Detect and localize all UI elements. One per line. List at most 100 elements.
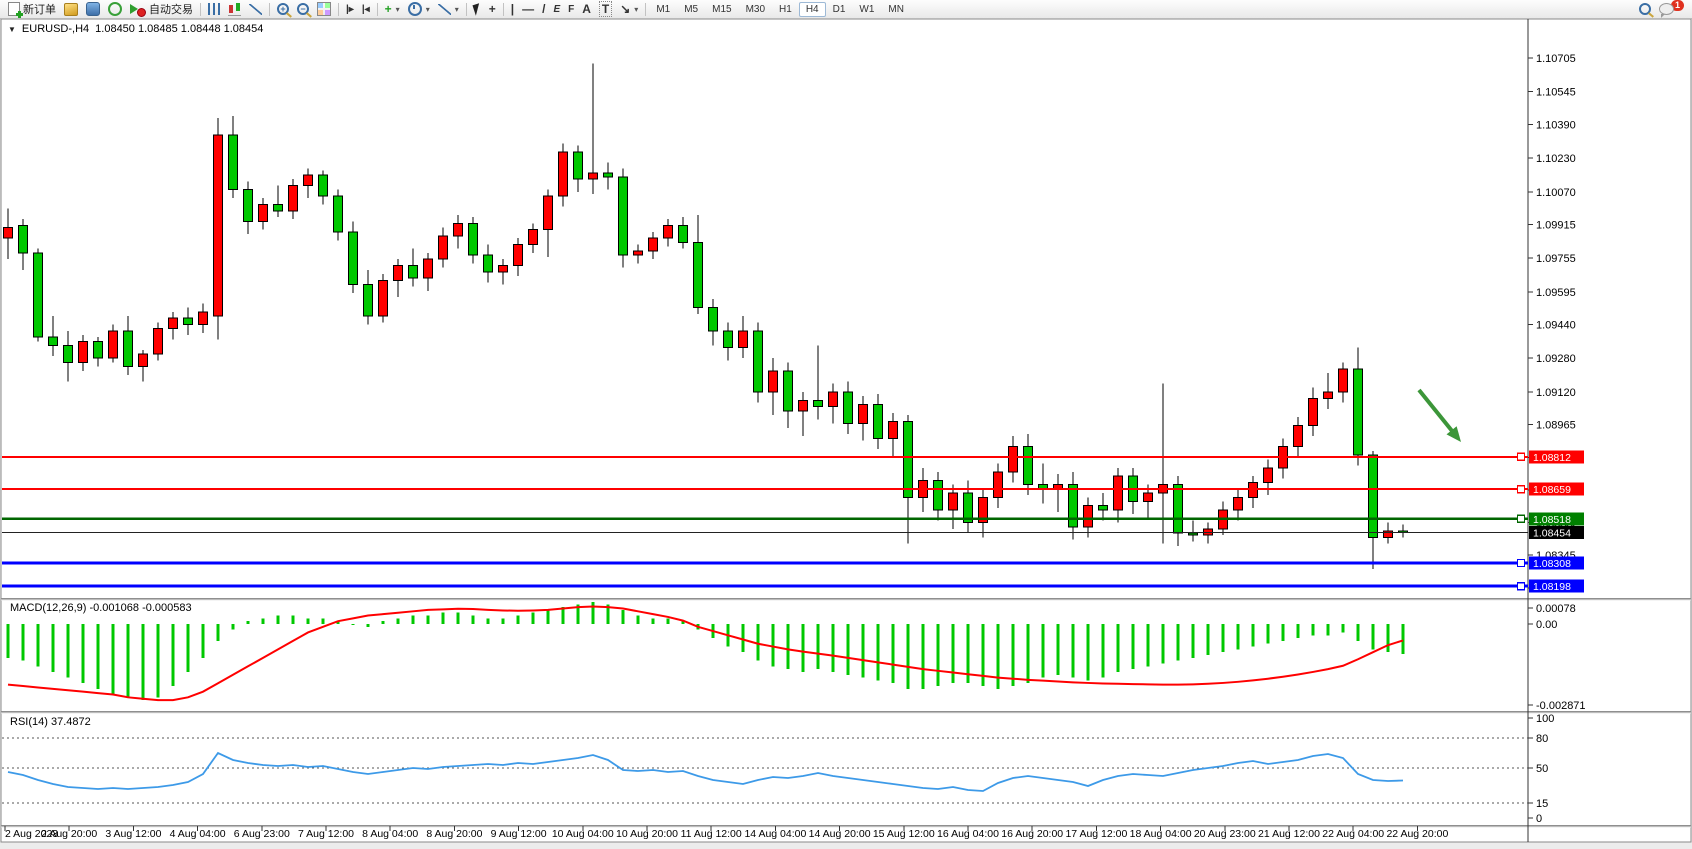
timeframe-m1-button[interactable]: M1 bbox=[649, 2, 677, 17]
macd-histogram-bar bbox=[907, 624, 910, 689]
candlestick-chart-button[interactable] bbox=[224, 1, 245, 18]
new-order-button[interactable]: 新订单 bbox=[4, 1, 60, 18]
macd-histogram-bar bbox=[1012, 624, 1015, 686]
template-icon bbox=[438, 4, 451, 15]
macd-histogram-bar bbox=[952, 624, 955, 683]
macd-histogram-bar bbox=[247, 621, 250, 624]
timeframe-w1-button[interactable]: W1 bbox=[852, 2, 881, 17]
pane-separator-light bbox=[1, 712, 1691, 713]
signals-icon bbox=[108, 2, 122, 16]
timeframe-m5-button[interactable]: M5 bbox=[677, 2, 705, 17]
line-handle-1.08659[interactable] bbox=[1518, 486, 1525, 493]
candle-body bbox=[1114, 476, 1123, 510]
timeframe-d1-button[interactable]: D1 bbox=[826, 2, 853, 17]
macd-tick-label: 0.00 bbox=[1536, 619, 1557, 631]
signals-button[interactable] bbox=[104, 1, 126, 18]
indicators-button[interactable]: +▾ bbox=[381, 1, 404, 18]
cursor-icon bbox=[472, 3, 482, 16]
time-tick-label: 11 Aug 12:00 bbox=[681, 828, 742, 840]
candle-body bbox=[709, 308, 718, 331]
zoom-out-button[interactable]: − bbox=[293, 1, 313, 18]
horizontal-line-tool-button[interactable]: — bbox=[518, 1, 538, 18]
timeframe-m15-button[interactable]: M15 bbox=[705, 2, 738, 17]
autotrading-label: 自动交易 bbox=[149, 1, 193, 17]
periods-button[interactable]: ▾ bbox=[404, 1, 434, 18]
macd-histogram-bar bbox=[1387, 624, 1390, 652]
price-box-1.08518-label: 1.08518 bbox=[1533, 514, 1571, 526]
time-tick-label: 22 Aug 04:00 bbox=[1322, 828, 1384, 840]
expert-advisor-icon bbox=[86, 2, 100, 16]
time-tick-label: 9 Aug 12:00 bbox=[491, 828, 547, 840]
search-icon bbox=[1639, 3, 1651, 15]
macd-histogram-bar bbox=[1117, 624, 1120, 672]
horizontal-line-icon: — bbox=[522, 2, 534, 16]
chart-area[interactable]: 1.107051.105451.103901.102301.100701.099… bbox=[0, 0, 1692, 849]
macd-histogram-bar bbox=[397, 618, 400, 624]
candle-body bbox=[304, 175, 313, 186]
timeframe-m30-button[interactable]: M30 bbox=[739, 2, 772, 17]
candle-body bbox=[1324, 392, 1333, 398]
arrows-tool-button[interactable]: ↘▾ bbox=[616, 1, 642, 18]
text-tool-button[interactable]: A bbox=[578, 1, 595, 18]
line-chart-button[interactable] bbox=[245, 1, 266, 18]
bar-chart-button[interactable] bbox=[204, 1, 224, 18]
candle-body bbox=[4, 228, 13, 239]
candle-body bbox=[454, 223, 463, 236]
macd-histogram-bar bbox=[637, 616, 640, 624]
channel-tool-button[interactable]: E bbox=[549, 1, 564, 18]
macd-histogram-bar bbox=[847, 624, 850, 675]
line-handle-1.08198[interactable] bbox=[1518, 583, 1525, 590]
macd-histogram-bar bbox=[1222, 624, 1225, 652]
trendline-tool-button[interactable]: / bbox=[538, 1, 549, 18]
label-tool-button[interactable]: T bbox=[595, 1, 616, 18]
search-button[interactable] bbox=[1635, 1, 1655, 18]
market-button[interactable] bbox=[60, 1, 82, 18]
vertical-line-icon: | bbox=[511, 2, 514, 16]
candle-body bbox=[19, 226, 28, 253]
cursor-tool-button[interactable] bbox=[470, 1, 485, 18]
autotrading-button[interactable]: 自动交易 bbox=[126, 1, 197, 18]
line-handle-1.08812[interactable] bbox=[1518, 453, 1525, 460]
timeframe-mn-button[interactable]: MN bbox=[881, 2, 911, 17]
time-tick-label: 20 Aug 23:00 bbox=[1194, 828, 1256, 840]
pane-separator[interactable] bbox=[1, 825, 1691, 826]
toolbar-separator bbox=[377, 3, 378, 16]
macd-tick-label: -0.002871 bbox=[1536, 700, 1586, 712]
macd-histogram-bar bbox=[202, 624, 205, 658]
chevron-down-icon: ▾ bbox=[634, 5, 638, 14]
macd-histogram-bar bbox=[937, 624, 940, 686]
tile-windows-button[interactable] bbox=[313, 1, 335, 18]
macd-histogram-bar bbox=[1147, 624, 1150, 666]
collapse-triangle-icon[interactable]: ▼ bbox=[8, 25, 16, 34]
chat-button[interactable]: 1 bbox=[1655, 1, 1688, 18]
fibonacci-tool-button[interactable]: F bbox=[564, 1, 578, 18]
candle-body bbox=[589, 173, 598, 179]
line-handle-1.08308[interactable] bbox=[1518, 560, 1525, 567]
candle-body bbox=[949, 493, 958, 510]
pane-separator[interactable] bbox=[1, 711, 1691, 712]
timeframe-h4-button[interactable]: H4 bbox=[799, 2, 826, 17]
price-tick-label: 1.10070 bbox=[1536, 187, 1576, 199]
macd-histogram-bar bbox=[472, 616, 475, 624]
vertical-line-tool-button[interactable]: | bbox=[507, 1, 518, 18]
timeframe-h1-button[interactable]: H1 bbox=[772, 2, 799, 17]
macd-histogram-bar bbox=[622, 610, 625, 624]
expert-advisors-button[interactable] bbox=[82, 1, 104, 18]
time-tick-label: 16 Aug 20:00 bbox=[1001, 828, 1063, 840]
auto-scroll-button[interactable]: |▸ bbox=[342, 1, 358, 18]
pane-separator[interactable] bbox=[1, 598, 1691, 599]
candle-body bbox=[724, 331, 733, 348]
macd-histogram-bar bbox=[1357, 624, 1360, 641]
chart-shift-button[interactable]: |◂ bbox=[358, 1, 374, 18]
time-tick-label: 7 Aug 12:00 bbox=[298, 828, 354, 840]
line-handle-1.08518[interactable] bbox=[1518, 515, 1525, 522]
clock-icon bbox=[408, 2, 422, 16]
candle-body bbox=[259, 204, 268, 221]
candle-body bbox=[604, 173, 613, 177]
candle-body bbox=[154, 329, 163, 354]
macd-histogram-bar bbox=[922, 624, 925, 689]
crosshair-tool-button[interactable]: + bbox=[485, 1, 500, 18]
candle-body bbox=[619, 177, 628, 255]
templates-button[interactable]: ▾ bbox=[434, 1, 463, 18]
zoom-in-button[interactable]: + bbox=[273, 1, 293, 18]
